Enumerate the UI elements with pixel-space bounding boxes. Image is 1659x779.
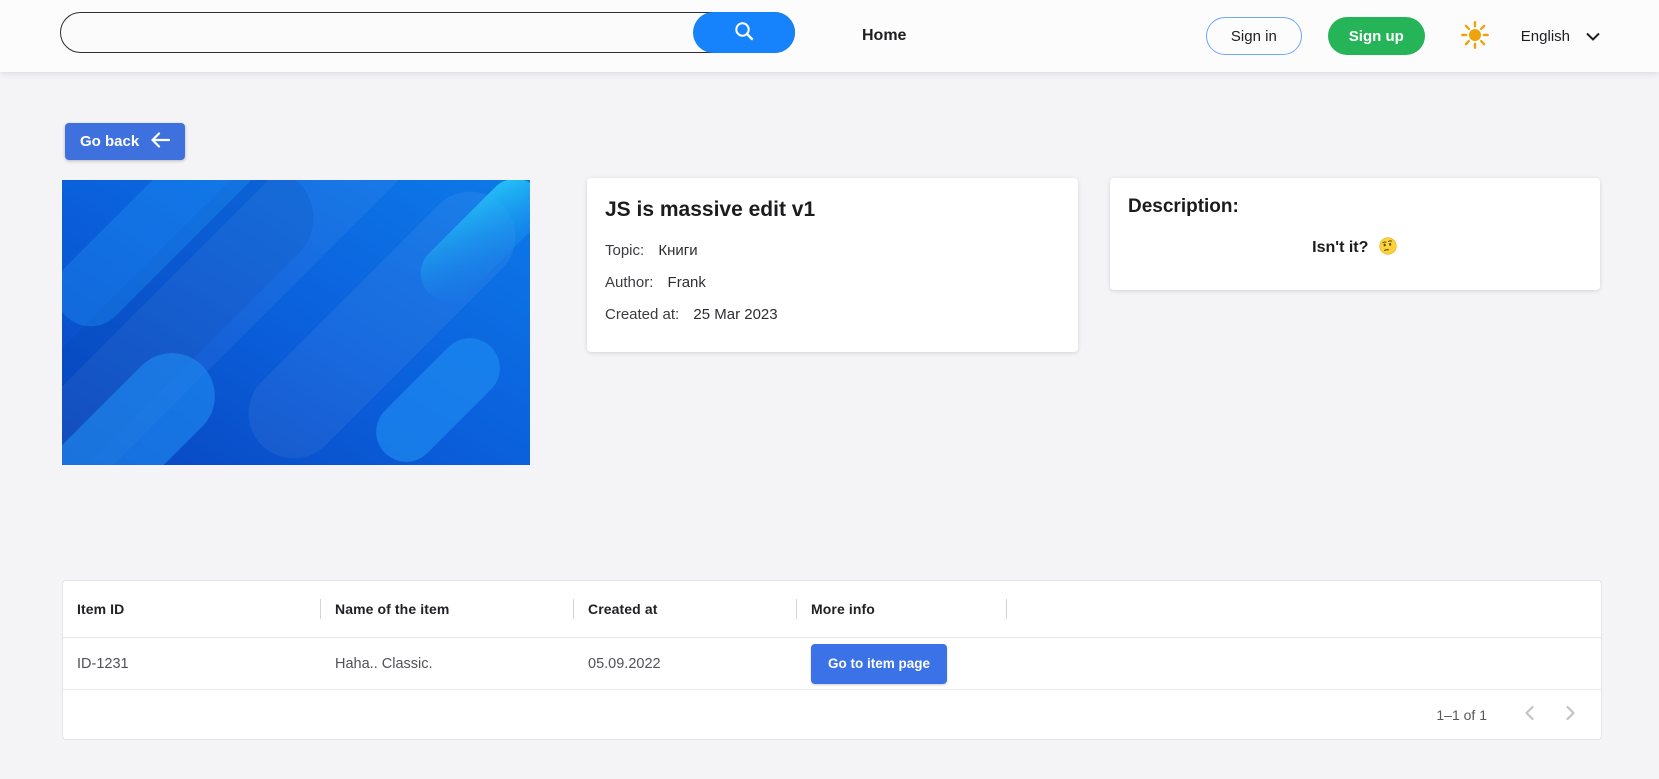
thinking-face-emoji xyxy=(1368,237,1397,256)
column-header-label: Item ID xyxy=(77,601,125,617)
column-header-more-info[interactable]: More info xyxy=(797,599,1007,619)
search-input[interactable] xyxy=(60,12,795,53)
arrow-left-icon xyxy=(150,131,171,152)
cell-created-at: 05.09.2022 xyxy=(588,655,661,672)
chevron-left-icon xyxy=(1518,701,1542,728)
pagination-range-label: 1–1 of 1 xyxy=(1436,706,1487,723)
search-icon xyxy=(733,20,755,45)
pagination-next-button[interactable] xyxy=(1555,700,1585,730)
go-to-item-page-button[interactable]: Go to item page xyxy=(811,643,948,684)
item-details-card: JS is massive edit v1 Topic: Книги Autho… xyxy=(587,178,1078,352)
created-at-label: Created at: xyxy=(605,306,680,323)
sign-in-button[interactable]: Sign in xyxy=(1205,17,1302,55)
pagination-prev-button[interactable] xyxy=(1515,700,1545,730)
topic-value: Книги xyxy=(658,242,698,259)
author-label: Author: xyxy=(605,274,654,291)
description-body: Isn't it? xyxy=(1128,236,1582,257)
topic-label: Topic: xyxy=(605,242,645,259)
table-header-row: Item ID Name of the item Created at More… xyxy=(63,581,1601,638)
column-header-name[interactable]: Name of the item xyxy=(321,599,574,619)
sign-up-button[interactable]: Sign up xyxy=(1327,17,1425,55)
author-value: Frank xyxy=(667,274,706,291)
sun-icon xyxy=(1460,20,1490,53)
item-cover-image xyxy=(62,180,530,465)
column-header-created-at[interactable]: Created at xyxy=(574,599,797,619)
description-text: Isn't it? xyxy=(1312,239,1369,256)
search-button[interactable] xyxy=(693,12,795,53)
description-card: Description: Isn't it? xyxy=(1110,178,1600,290)
column-header-label: Created at xyxy=(588,601,658,617)
chevron-right-icon xyxy=(1558,701,1582,728)
description-heading: Description: xyxy=(1128,196,1239,217)
nav-home-link[interactable]: Home xyxy=(862,0,906,72)
search-bar xyxy=(60,12,795,53)
column-separator xyxy=(1006,599,1007,619)
column-header-item-id[interactable]: Item ID xyxy=(63,599,321,619)
cell-item-id: ID-1231 xyxy=(77,655,129,672)
item-created-line: Created at: 25 Mar 2023 xyxy=(605,306,1060,323)
page: Home Sign in Sign up English Go back JS … xyxy=(0,0,1659,779)
top-navbar: Home Sign in Sign up English xyxy=(0,0,1659,72)
cell-item-name: Haha.. Classic. xyxy=(335,655,433,672)
go-back-button[interactable]: Go back xyxy=(65,123,186,160)
created-at-value: 25 Mar 2023 xyxy=(693,306,778,323)
column-header-label: More info xyxy=(811,601,875,617)
cell-more-info: Go to item page xyxy=(797,643,1007,684)
go-back-label: Go back xyxy=(80,133,140,150)
column-header-label: Name of the item xyxy=(335,601,450,617)
items-table: Item ID Name of the item Created at More… xyxy=(62,580,1602,740)
table-row: ID-1231 Haha.. Classic. 05.09.2022 Go to… xyxy=(63,638,1601,690)
language-selected-label: English xyxy=(1520,27,1570,45)
table-pagination: 1–1 of 1 xyxy=(63,690,1601,739)
header-actions: Sign in Sign up English xyxy=(1205,0,1600,72)
language-selector[interactable]: English xyxy=(1521,28,1600,45)
item-title: JS is massive edit v1 xyxy=(605,198,816,221)
theme-toggle-button[interactable] xyxy=(1459,20,1491,52)
item-topic-line: Topic: Книги xyxy=(605,242,1060,259)
chevron-down-icon xyxy=(1586,28,1600,45)
item-author-line: Author: Frank xyxy=(605,274,1060,291)
